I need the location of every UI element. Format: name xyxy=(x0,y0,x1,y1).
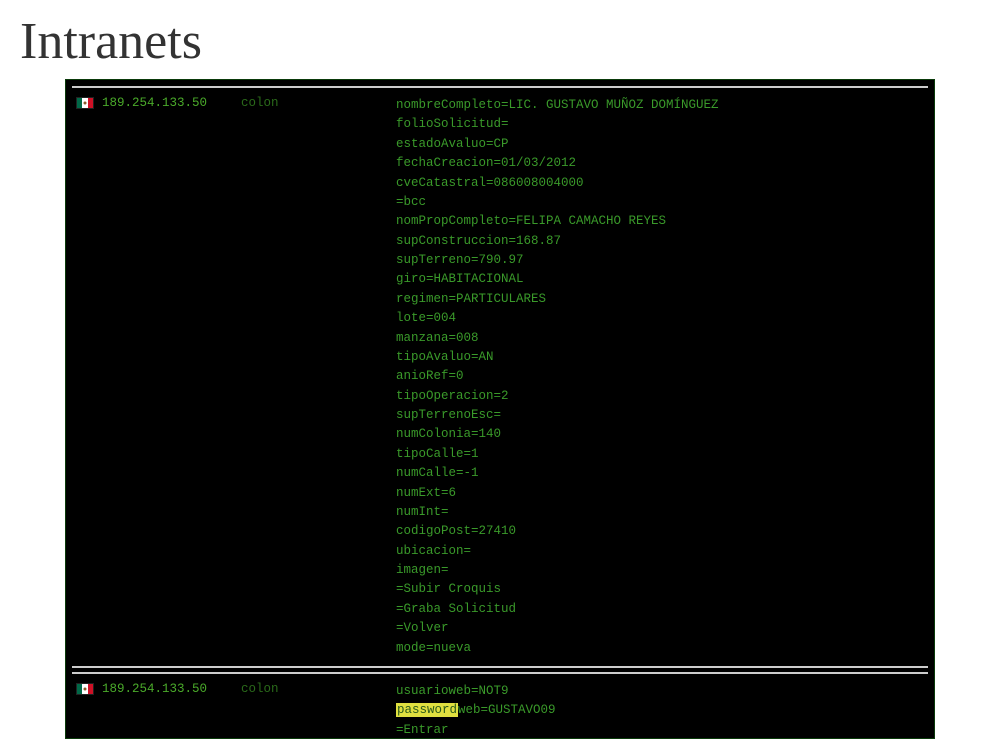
data-line: tipoCalle=1 xyxy=(396,445,924,464)
data-line: numExt=6 xyxy=(396,484,924,503)
data-line: =Volver xyxy=(396,619,924,638)
data-line: numInt= xyxy=(396,503,924,522)
result-record: 189.254.133.50 colon nombreCompleto=LIC. G… xyxy=(72,86,928,668)
data-line: folioSolicitud= xyxy=(396,115,924,134)
data-line: supConstruccion=168.87 xyxy=(396,232,924,251)
data-line: imagen= xyxy=(396,561,924,580)
page-title: Intranets xyxy=(0,0,1000,79)
data-line: mode=nueva xyxy=(396,639,924,658)
data-line: lote=004 xyxy=(396,309,924,328)
data-line: estadoAvaluo=CP xyxy=(396,135,924,154)
record-meta: 189.254.133.50 colon xyxy=(76,682,396,696)
data-line: manzana=008 xyxy=(396,329,924,348)
ip-address[interactable]: 189.254.133.50 xyxy=(102,682,207,696)
data-line: numCalle=-1 xyxy=(396,464,924,483)
host-label: colon xyxy=(241,682,279,696)
data-line: =Subir Croquis xyxy=(396,580,924,599)
data-line: fechaCreacion=01/03/2012 xyxy=(396,154,924,173)
console-panel: 189.254.133.50 colon nombreCompleto=LIC. G… xyxy=(65,79,935,739)
data-line: anioRef=0 xyxy=(396,367,924,386)
data-line-text: web=GUSTAVO09 xyxy=(458,703,556,717)
data-line: regimen=PARTICULARES xyxy=(396,290,924,309)
data-line: =Graba Solicitud xyxy=(396,600,924,619)
data-line: cveCatastral=086008004000 xyxy=(396,174,924,193)
data-line: nomPropCompleto=FELIPA CAMACHO REYES xyxy=(396,212,924,231)
data-line: tipoAvaluo=AN xyxy=(396,348,924,367)
mexico-flag-icon xyxy=(76,97,94,109)
data-line: giro=HABITACIONAL xyxy=(396,270,924,289)
data-line: supTerreno=790.97 xyxy=(396,251,924,270)
mexico-flag-icon xyxy=(76,683,94,695)
highlighted-term: password xyxy=(396,703,458,717)
data-line: =bcc xyxy=(396,193,924,212)
data-line: passwordweb=GUSTAVO09 xyxy=(396,701,924,720)
data-line: =Entrar xyxy=(396,721,924,739)
host-label: colon xyxy=(241,96,279,110)
data-line: numColonia=140 xyxy=(396,425,924,444)
ip-address[interactable]: 189.254.133.50 xyxy=(102,96,207,110)
record-data: usuarioweb=NOT9passwordweb=GUSTAVO09=Ent… xyxy=(396,682,924,739)
record-data: nombreCompleto=LIC. GUSTAVO MUÑOZ DOMÍNG… xyxy=(396,96,924,658)
record-meta: 189.254.133.50 colon xyxy=(76,96,396,110)
data-line: nombreCompleto=LIC. GUSTAVO MUÑOZ DOMÍNG… xyxy=(396,96,924,115)
data-line: usuarioweb=NOT9 xyxy=(396,682,924,701)
result-record: 189.254.133.50colonusuarioweb=NOT9passwo… xyxy=(72,672,928,739)
data-line: supTerrenoEsc= xyxy=(396,406,924,425)
data-line: tipoOperacion=2 xyxy=(396,387,924,406)
data-line: codigoPost=27410 xyxy=(396,522,924,541)
data-line: ubicacion= xyxy=(396,542,924,561)
